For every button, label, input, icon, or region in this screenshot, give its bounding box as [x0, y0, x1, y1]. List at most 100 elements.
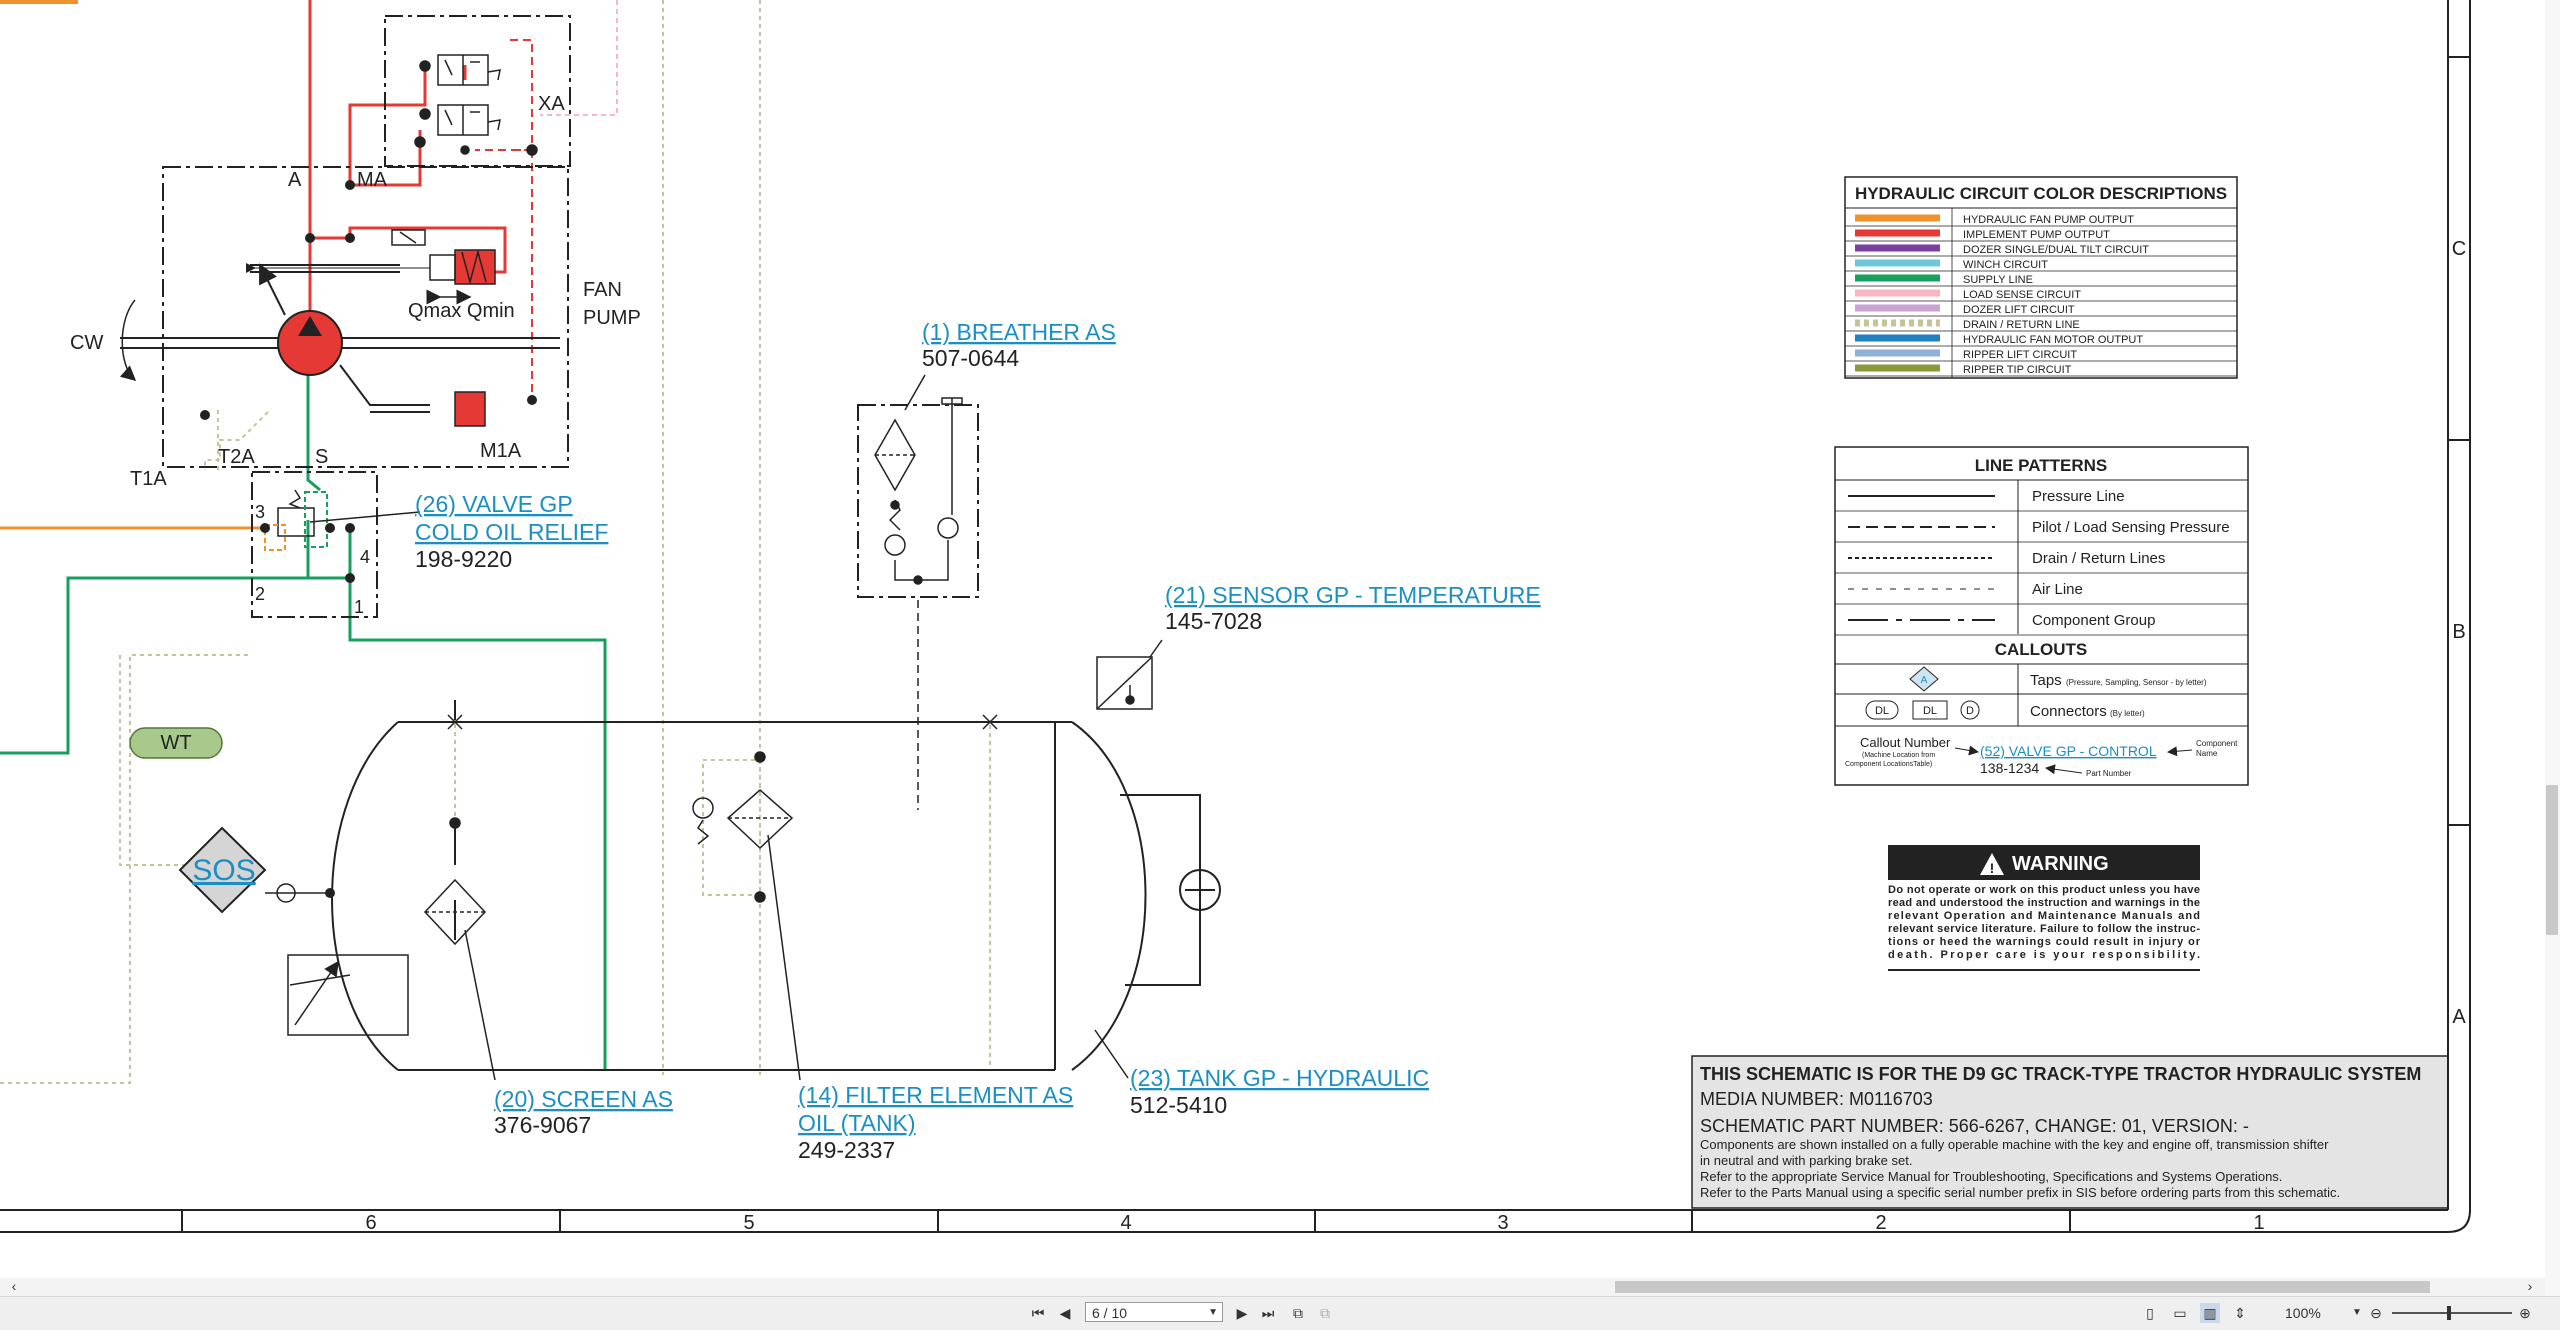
component-name-1: Component: [2196, 739, 2238, 748]
next-page-icon[interactable]: ▶: [1232, 1303, 1252, 1323]
supply-lines: [0, 365, 607, 1070]
grid-row-labels: C B A: [2452, 238, 2467, 1028]
grid-row-label: A: [2452, 1006, 2466, 1028]
svg-text:PUMP: PUMP: [583, 307, 641, 329]
grid-column-label: 3: [1497, 1212, 1508, 1234]
legend-label: DOZER LIFT CIRCUIT: [1963, 304, 2075, 316]
color-legend: HYDRAULIC CIRCUIT COLOR DESCRIPTIONS HYD…: [1844, 176, 2238, 379]
svg-text:Qmax Qmin: Qmax Qmin: [408, 300, 515, 322]
zoom-slider-thumb[interactable]: [2447, 1306, 2451, 1320]
svg-text:3: 3: [255, 502, 265, 522]
warning-line: death. Proper care is your responsibilit…: [1888, 949, 2200, 961]
first-page-icon[interactable]: ⏮: [1028, 1303, 1048, 1323]
legend-label: DRAIN / RETURN LINE: [1963, 319, 2080, 331]
prev-page-icon[interactable]: ◀: [1055, 1303, 1075, 1323]
line-pattern-label: Drain / Return Lines: [2032, 550, 2165, 567]
conn-dl1: DL: [1875, 705, 1889, 717]
warning-line: relevant service literature. Failure to …: [1888, 923, 2200, 935]
zoom-out-icon[interactable]: ⊖: [2366, 1303, 2386, 1323]
pilot-lines: [475, 39, 533, 400]
horizontal-scrollbar[interactable]: ‹ ›: [0, 1278, 2545, 1296]
grid-column-label: 6: [365, 1212, 376, 1234]
example-part: 138-1234: [1980, 760, 2039, 776]
screen-link[interactable]: (20) SCREEN AS: [494, 1086, 673, 1112]
vertical-scroll-thumb[interactable]: [2546, 785, 2558, 935]
breather-symbol: [874, 374, 963, 585]
last-page-icon[interactable]: ⏭: [1258, 1303, 1278, 1323]
svg-text:CW: CW: [70, 332, 103, 354]
scroll-right-icon[interactable]: ›: [2520, 1276, 2540, 1296]
breather-part: 507-0644: [922, 345, 1019, 371]
page-dropdown-icon[interactable]: ▼: [1208, 1303, 1218, 1323]
orange-fragment: [0, 0, 78, 4]
conn-dl2: DL: [1923, 705, 1937, 717]
connectors-note: (By letter): [2110, 709, 2145, 718]
warning-title: WARNING: [2012, 853, 2109, 875]
line-patterns-title: LINE PATTERNS: [1975, 456, 2108, 475]
grid-row-label: B: [2452, 621, 2465, 643]
viewer-toolbar: ⏮ ◀ 6 / 10 ▼ ▶ ⏭ ⧉ ⧉ ▯ ▭ ▥ ⇕ 100% ▼ ⊖ ⊕: [0, 1296, 2560, 1330]
filter-link-1[interactable]: (14) FILTER ELEMENT AS: [798, 1082, 1073, 1108]
legend-label: RIPPER LIFT CIRCUIT: [1963, 349, 2077, 361]
tap-letter: A: [1921, 675, 1928, 686]
color-legend-title: HYDRAULIC CIRCUIT COLOR DESCRIPTIONS: [1855, 184, 2227, 203]
connectors-label: Connectors: [2030, 703, 2107, 720]
screen-symbol: [423, 817, 496, 1081]
zoom-in-icon[interactable]: ⊕: [2515, 1303, 2535, 1323]
grid-row-label: C: [2452, 238, 2466, 260]
svg-text:T1A: T1A: [130, 468, 167, 490]
facing-pages-icon[interactable]: ▥: [2200, 1303, 2220, 1323]
grid-column-label: 5: [743, 1212, 754, 1234]
svg-text:A: A: [288, 169, 302, 191]
line-pattern-label: Pressure Line: [2032, 488, 2125, 505]
svg-text:4: 4: [360, 547, 370, 567]
valve-relief-link-2[interactable]: COLD OIL RELIEF: [415, 519, 608, 545]
schematic-canvas: WT SOS XA A MA Qmax Qmin FAN PUMP CW T2A…: [0, 0, 2471, 1234]
legend-label: HYDRAULIC FAN PUMP OUTPUT: [1963, 214, 2134, 226]
title-block-note: Components are shown installed on a full…: [1700, 1137, 2329, 1152]
valve-relief-link-1[interactable]: (26) VALVE GP: [415, 491, 573, 517]
example-link[interactable]: (52) VALVE GP - CONTROL: [1980, 743, 2157, 759]
single-page-icon[interactable]: ▯: [2140, 1303, 2160, 1323]
page-number-field[interactable]: 6 / 10 ▼: [1085, 1302, 1223, 1322]
zoom-slider[interactable]: [2392, 1312, 2512, 1314]
sensor-temp-part: 145-7028: [1165, 608, 1262, 634]
vertical-scrollbar[interactable]: [2545, 0, 2560, 1296]
taps-label: Taps: [2030, 672, 2062, 689]
relief-valve-symbol: [260, 489, 421, 583]
warning-line: relevant Operation and Maintenance Manua…: [1888, 910, 2200, 922]
implement-lines: [308, 0, 507, 340]
scroll-left-icon[interactable]: ‹: [4, 1276, 24, 1296]
zoom-dropdown-icon[interactable]: ▼: [2352, 1303, 2362, 1323]
svg-text:T2A: T2A: [218, 446, 255, 468]
svg-text:MA: MA: [357, 169, 388, 191]
svg-text:XA: XA: [538, 93, 565, 115]
tank-link[interactable]: (23) TANK GP - HYDRAULIC: [1130, 1065, 1429, 1091]
breather-link[interactable]: (1) BREATHER AS: [922, 319, 1116, 345]
zoom-level: 100%: [2285, 1305, 2321, 1321]
filter-part: 249-2337: [798, 1137, 895, 1163]
continuous-icon[interactable]: ▭: [2170, 1303, 2190, 1323]
title-block-title: THIS SCHEMATIC IS FOR THE D9 GC TRACK-TY…: [1700, 1064, 2421, 1084]
sensor-temp-link[interactable]: (21) SENSOR GP - TEMPERATURE: [1165, 582, 1541, 608]
line-pattern-label: Air Line: [2032, 581, 2083, 598]
copy-view-icon[interactable]: ⧉: [1288, 1303, 1308, 1323]
warning-line: tions or heed the warnings could result …: [1888, 936, 2201, 948]
legend-label: HYDRAULIC FAN MOTOR OUTPUT: [1963, 334, 2143, 346]
sos-link[interactable]: SOS: [192, 854, 255, 887]
horizontal-scroll-thumb[interactable]: [1615, 1281, 2430, 1293]
filter-link-2[interactable]: OIL (TANK): [798, 1110, 916, 1136]
fit-page-icon[interactable]: ⇕: [2230, 1303, 2250, 1323]
callout-number-label: Callout Number: [1860, 735, 1951, 750]
wt-badge: WT: [129, 727, 223, 759]
line-pattern-label: Pilot / Load Sensing Pressure: [2032, 519, 2230, 536]
line-pattern-label: Component Group: [2032, 612, 2155, 629]
tank-leader: [1094, 1029, 1129, 1079]
temp-sensor: [1096, 639, 1163, 710]
title-block: THIS SCHEMATIC IS FOR THE D9 GC TRACK-TY…: [1691, 1055, 2449, 1209]
filter-symbol: [692, 751, 801, 1081]
callout-number-note1: (Machine Location from: [1862, 752, 1935, 759]
valve-relief-part: 198-9220: [415, 546, 512, 572]
warning-line: Do not operate or work on this product u…: [1888, 884, 2200, 896]
paste-view-icon[interactable]: ⧉: [1315, 1303, 1335, 1323]
